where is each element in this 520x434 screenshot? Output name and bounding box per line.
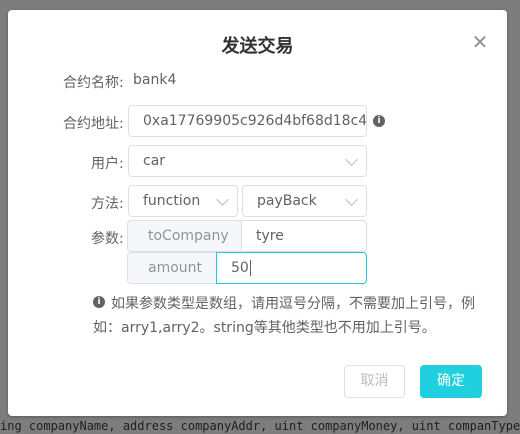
chevron-down-icon <box>216 193 229 206</box>
method-type-value: function <box>143 193 201 209</box>
user-select[interactable]: car <box>128 145 367 177</box>
info-icon: i <box>373 115 385 127</box>
cancel-button[interactable]: 取消 <box>344 365 405 398</box>
param-name-amount: amount <box>127 252 217 284</box>
close-icon[interactable]: ✕ <box>470 32 490 52</box>
dialog-title: 发送交易 <box>221 36 294 57</box>
user-label: 用户: <box>91 156 124 172</box>
contract-address-value: 0xa17769905c926d4bf68d18c4d <box>143 113 367 129</box>
send-transaction-dialog: 发送交易 ✕ 合约名称: bank4 合约地址: 0xa17769905c926… <box>8 10 507 416</box>
method-label: 方法: <box>91 196 124 212</box>
method-name-value: payBack <box>257 193 317 209</box>
param-input-tocompany[interactable]: tyre <box>241 220 367 252</box>
contract-name-value: bank4 <box>133 72 177 88</box>
background-code-line: ing companyName, address companyAddr, ui… <box>0 418 520 434</box>
param-name-tocompany: toCompany <box>127 220 242 252</box>
chevron-down-icon <box>345 193 358 206</box>
contract-address-input[interactable]: 0xa17769905c926d4bf68d18c4d <box>128 105 367 137</box>
chevron-down-icon <box>345 153 358 166</box>
method-type-select[interactable]: function <box>128 185 238 217</box>
param-value-tocompany: tyre <box>256 228 284 244</box>
contract-name-label: 合约名称: <box>63 75 124 91</box>
param-input-amount[interactable]: 50 <box>216 252 367 284</box>
params-label: 参数: <box>91 231 124 247</box>
params-tip: 如果参数类型是数组，请用逗号分隔，不需要加上引号，例如：arry1,arry2。… <box>93 292 488 340</box>
method-name-select[interactable]: payBack <box>242 185 367 217</box>
text-caret <box>249 260 251 276</box>
user-select-value: car <box>143 153 166 169</box>
param-value-amount: 50 <box>231 260 249 276</box>
contract-address-label: 合约地址: <box>63 116 124 132</box>
confirm-button[interactable]: 确定 <box>420 365 482 398</box>
params-tip-text: 如果参数类型是数组，请用逗号分隔，不需要加上引号，例如：arry1,arry2。… <box>93 296 475 336</box>
